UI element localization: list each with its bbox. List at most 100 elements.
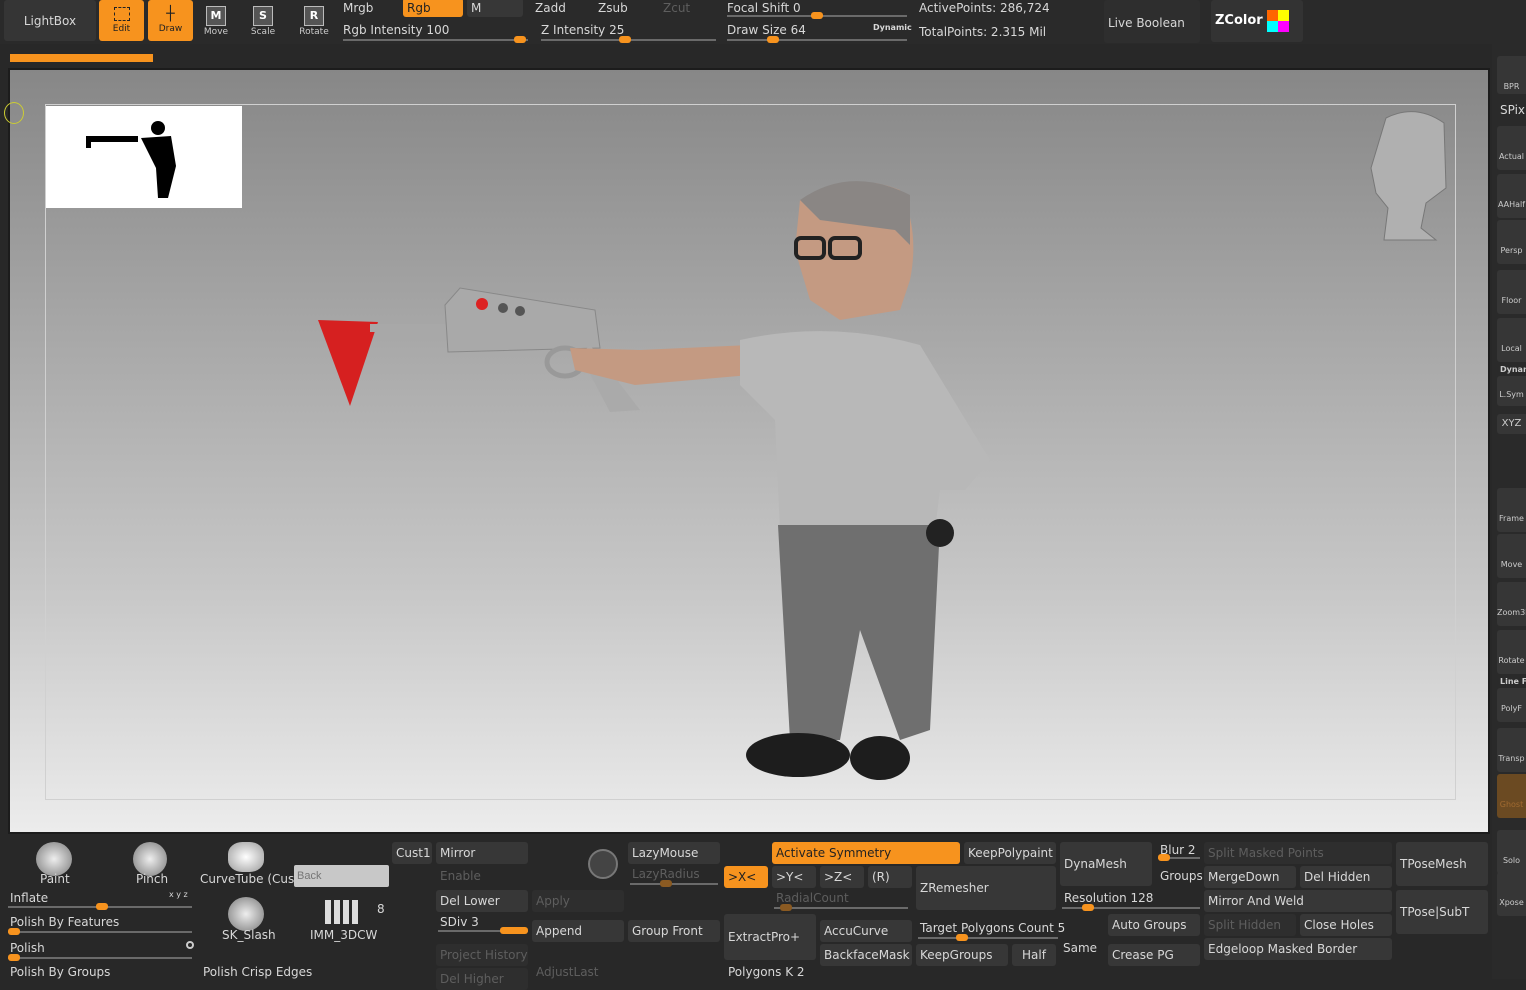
zoom3d-button[interactable]: Zoom3D [1497,582,1526,626]
lightbox-button[interactable]: LightBox [4,0,96,41]
radial-count-slider[interactable] [774,904,908,911]
move-button[interactable]: M Move [196,2,236,37]
del-higher-button[interactable]: Del Higher [436,968,528,990]
split-hidden-button[interactable]: Split Hidden [1204,914,1296,936]
zcolor-button[interactable]: ZColor [1211,0,1303,42]
sk-slash-brush-label: SK_Slash [222,928,276,942]
m-button[interactable]: M [467,0,523,17]
zsub-button[interactable]: Zsub [598,0,628,16]
mergedown-button[interactable]: MergeDown [1204,866,1296,888]
curvetube-brush-icon[interactable] [228,842,264,872]
apply-button[interactable]: Apply [532,890,624,912]
resolution-slider[interactable] [1062,904,1200,911]
transp-button[interactable]: Transp [1497,728,1526,772]
enable-button[interactable]: Enable [440,868,481,884]
draw-size-slider[interactable] [727,36,907,43]
symmetry-radial-button[interactable]: (R) [868,866,912,888]
groups-toggle[interactable]: Groups [1160,868,1203,884]
polyf-button[interactable]: PolyF [1497,688,1526,722]
paint-brush-label: Paint [40,872,70,886]
bpr-button[interactable]: BPR [1497,56,1526,94]
lazymouse-icon[interactable] [588,849,618,879]
focal-shift-slider[interactable] [727,12,907,19]
crease-pg-button[interactable]: Crease PG [1108,944,1200,966]
zcolor-label: ZColor [1215,13,1263,28]
same-button[interactable]: Same [1063,940,1097,956]
rgb-intensity-slider[interactable] [343,36,528,43]
solo-button[interactable]: Solo [1497,830,1526,874]
backfacemask-button[interactable]: BackfaceMask [820,944,912,966]
orientation-head-icon[interactable] [1366,108,1452,244]
lsym-button[interactable]: L.Sym [1497,376,1526,406]
lazymouse-button[interactable]: LazyMouse [628,842,720,864]
del-hidden-button[interactable]: Del Hidden [1300,866,1392,888]
persp-button[interactable]: Persp [1497,220,1526,264]
edit-button[interactable]: Edit [99,0,144,41]
cust1-button[interactable]: Cust1 [392,842,432,864]
aahalf-button[interactable]: AAHalf [1497,174,1526,218]
half-button[interactable]: Half [1012,944,1056,966]
imm-brush-icon[interactable] [325,900,359,924]
floor-button[interactable]: Floor [1497,270,1526,314]
active-points: ActivePoints: 286,724 [919,1,1050,15]
move-label: Move [203,27,229,37]
keep-polypaint-button[interactable]: KeepPolypaint [964,842,1056,864]
lazyradius-slider[interactable] [630,880,718,887]
zcut-button[interactable]: Zcut [663,0,690,16]
polish-by-groups-label: Polish By Groups [10,965,111,979]
xyz-button[interactable]: XYZ [1497,414,1526,434]
zadd-button[interactable]: Zadd [535,0,566,16]
move-view-button[interactable]: Move [1497,534,1526,578]
spix-label: SPix [1500,103,1526,117]
xyz-toggle[interactable]: x y z [169,887,188,903]
inflate-slider[interactable] [8,903,192,910]
xpose-button[interactable]: Xpose [1497,872,1526,916]
actual-button[interactable]: Actual [1497,126,1526,170]
edgeloop-masked-border-button[interactable]: Edgeloop Masked Border [1204,938,1392,960]
draw-button[interactable]: ┼ Draw [148,0,193,41]
z-intensity-slider[interactable] [541,36,716,43]
polish-circle-icon[interactable] [186,941,194,949]
polish-by-features-slider[interactable] [8,928,192,935]
polish-slider[interactable] [8,954,192,961]
back-input[interactable] [294,865,389,887]
del-lower-button[interactable]: Del Lower [436,890,528,912]
append-button[interactable]: Append [532,920,624,942]
scale-button[interactable]: S Scale [243,2,283,37]
rotate-button[interactable]: R Rotate [294,2,334,37]
mrgb-button[interactable]: Mrgb [343,0,373,16]
navigator-thumbnail[interactable] [46,106,242,208]
group-front-button[interactable]: Group Front [628,920,720,942]
rgb-button[interactable]: Rgb [403,0,463,17]
close-holes-button[interactable]: Close Holes [1300,914,1392,936]
imm-brush-label: IMM_3DCW [310,928,378,942]
extractpro-button[interactable]: ExtractPro+ [724,914,816,960]
symmetry-x-button[interactable]: >X< [724,866,768,888]
ghost-button[interactable]: Ghost [1497,774,1526,818]
blur-slider[interactable] [1158,854,1200,861]
draw-icon: ┼ [166,6,175,22]
mirror-and-weld-button[interactable]: Mirror And Weld [1204,890,1392,912]
auto-groups-button[interactable]: Auto Groups [1108,914,1200,936]
target-polygons-slider[interactable] [918,934,1058,941]
mirror-button[interactable]: Mirror [436,842,528,864]
dynamesh-button[interactable]: DynaMesh [1060,842,1152,886]
rotate-view-button[interactable]: Rotate [1497,630,1526,674]
symmetry-z-button[interactable]: >Z< [820,866,864,888]
sk-slash-brush-icon[interactable] [228,897,264,931]
frame-button[interactable]: Frame [1497,488,1526,532]
dynamic-toggle[interactable]: Dynamic [873,20,912,36]
tpose-subt-button[interactable]: TPose|SubT [1396,890,1488,934]
draw-label: Draw [158,24,183,34]
local-button[interactable]: Local [1497,318,1526,362]
split-masked-points-button[interactable]: Split Masked Points [1204,842,1392,864]
project-history-button[interactable]: Project History [436,944,528,966]
accucurve-button[interactable]: AccuCurve [820,920,912,942]
activate-symmetry-button[interactable]: Activate Symmetry [772,842,960,864]
zremesher-button[interactable]: ZRemesher [916,866,1056,910]
tposemesh-button[interactable]: TPoseMesh [1396,842,1488,886]
sdiv-slider[interactable] [438,927,528,934]
symmetry-y-button[interactable]: >Y< [772,866,816,888]
keepgroups-button[interactable]: KeepGroups [916,944,1008,966]
live-boolean-button[interactable]: Live Boolean [1104,0,1200,43]
